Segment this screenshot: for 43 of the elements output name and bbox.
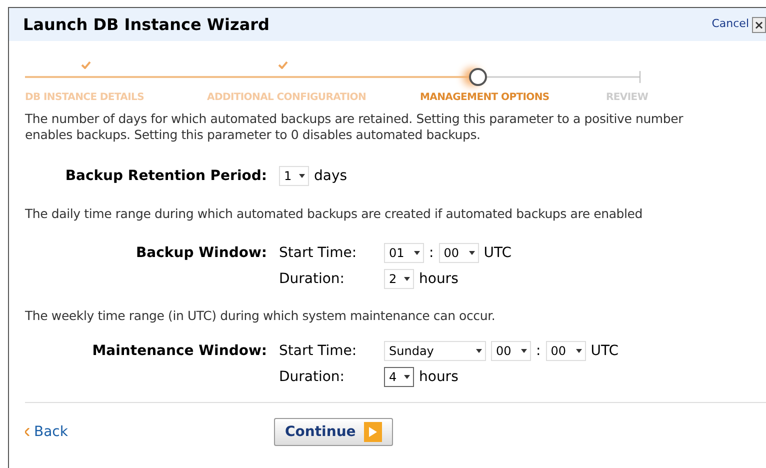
description: The weekly time range (in UTC) during which system maintenance can occur. <box>25 308 496 324</box>
caret-icon <box>299 174 305 178</box>
description: The daily time range during which automated backups are created if automated backups are enabled <box>25 206 644 222</box>
timezone-label: UTC <box>590 342 618 360</box>
dropdown[interactable]: 4 <box>384 367 414 387</box>
close-button[interactable]: × <box>752 16 766 32</box>
unit-label: hours <box>419 270 458 288</box>
field-label: Start Time: <box>279 244 358 262</box>
caret-icon <box>404 277 410 281</box>
unit-label: hours <box>419 368 458 386</box>
step-label: DB INSTANCE DETAILS <box>25 91 144 105</box>
dropdown[interactable]: 1 <box>279 166 309 186</box>
back-link[interactable]: Back <box>25 422 274 442</box>
caret-icon <box>414 251 420 255</box>
timezone-label: UTC <box>484 244 512 262</box>
field-label: Maintenance Window: <box>91 342 268 361</box>
field-label: Start Time: <box>279 342 358 360</box>
dropdown[interactable]: 2 <box>384 269 414 289</box>
caret-icon <box>476 349 482 353</box>
step-label: ADDITIONAL CONFIGURATION <box>207 91 366 105</box>
caret-icon <box>404 375 410 379</box>
chevron-left-icon <box>25 428 30 436</box>
field-label: Backup Window: <box>135 244 268 263</box>
window-title: Launch DB Instance Wizard <box>23 14 270 36</box>
field-label: Duration: <box>279 270 346 288</box>
caret-icon <box>468 251 475 255</box>
description: The number of days for which automated backups are retained. Setting this parameter to a positive number enables backups. Setting this parameter to 0 disables automated backups. <box>25 111 684 143</box>
dropdown[interactable]: 00 <box>438 243 479 263</box>
separator: : <box>536 342 541 360</box>
field-label: Backup Retention Period: <box>64 166 268 186</box>
dropdown[interactable]: 00 <box>491 341 531 361</box>
play-icon <box>364 422 382 442</box>
caret-icon <box>521 349 527 353</box>
dropdown[interactable]: 00 <box>546 341 586 361</box>
caret-icon <box>576 349 582 353</box>
dropdown[interactable]: Sunday <box>384 341 486 361</box>
step-label: MANAGEMENT OPTIONS <box>420 91 550 105</box>
cancel-link[interactable]: Cancel <box>712 16 749 33</box>
separator: : <box>429 244 434 262</box>
field-label: Duration: <box>279 368 346 386</box>
unit-label: days <box>314 166 348 186</box>
dropdown[interactable]: 01 <box>384 243 424 263</box>
continue-button[interactable]: Continue <box>274 418 393 446</box>
